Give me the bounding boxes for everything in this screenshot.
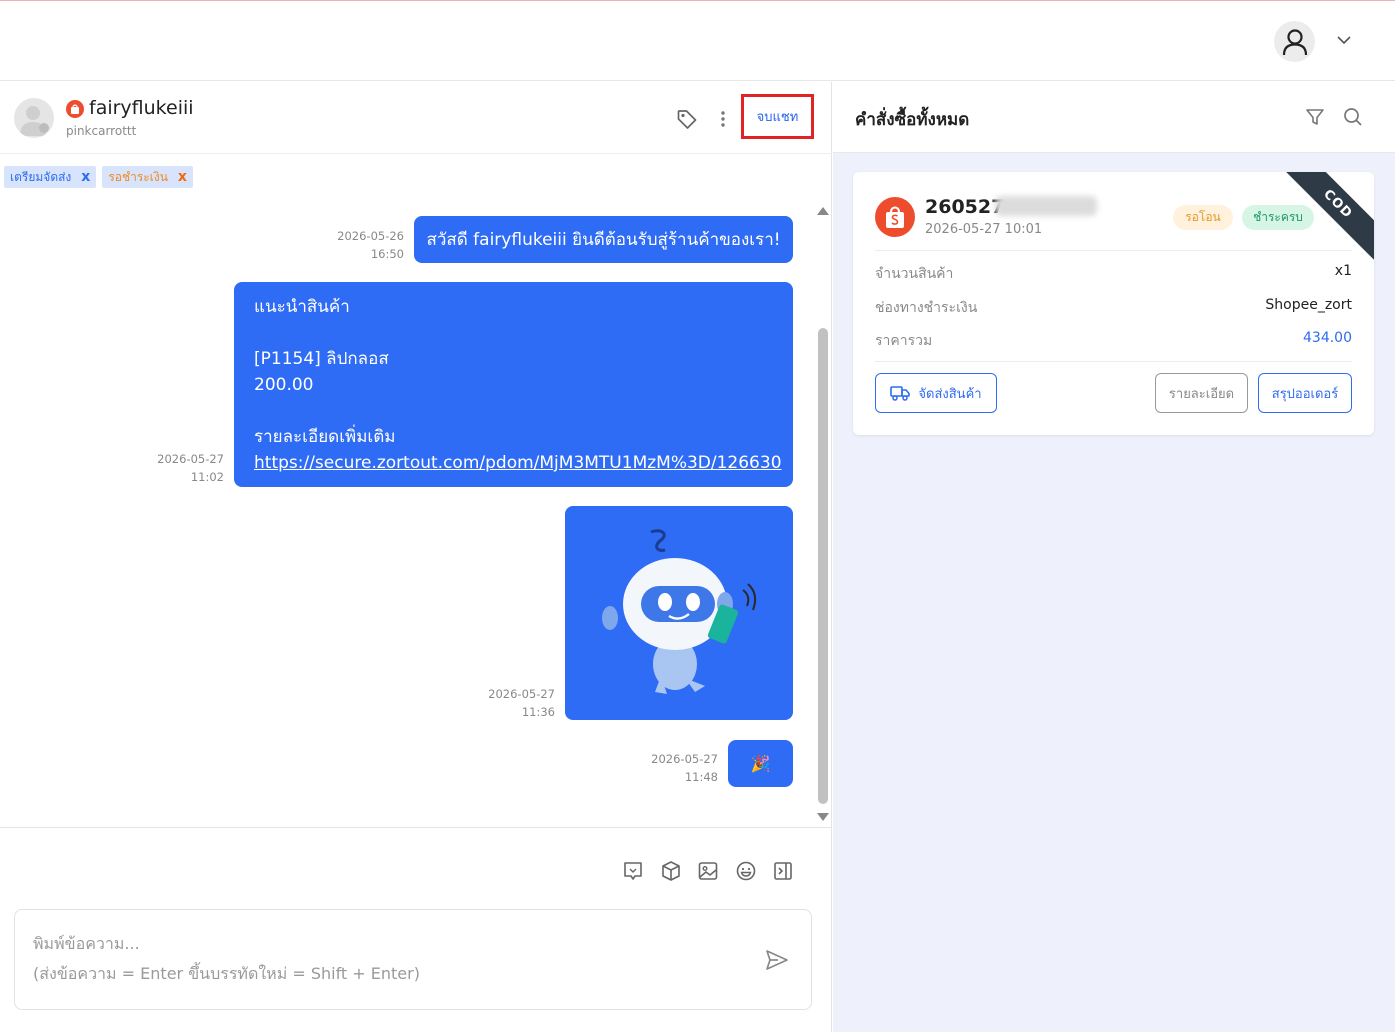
message-line: รายละเอียดเพิ่มเติม <box>254 427 396 447</box>
tag-label: เตรียมจัดส่ง <box>10 169 72 184</box>
message-timestamp: 2026-05-27 11:48 <box>618 750 718 786</box>
collapse-panel-icon[interactable] <box>772 860 794 882</box>
status-badge-paid: ชำระครบ <box>1242 205 1314 230</box>
payment-channel-label: ช่องทางชำระเงิน <box>875 300 978 316</box>
message-time: 11:02 <box>190 470 224 484</box>
image-icon[interactable] <box>697 860 719 882</box>
message-time: 11:36 <box>521 705 555 719</box>
remove-tag-button[interactable]: x <box>81 169 90 185</box>
orders-panel: คำสั่งซื้อทั้งหมด 260527 2026-05-27 10:0… <box>833 82 1395 1032</box>
end-chat-button[interactable]: จบแชท <box>741 94 814 139</box>
scroll-thumb[interactable] <box>818 328 828 804</box>
message-bubble: แนะนำสินค้า [P1154] ลิปกลอส 200.00 รายละ… <box>234 282 793 487</box>
shopee-icon <box>66 100 84 118</box>
tag-chip: รอชำระเงิน x <box>102 166 193 188</box>
message-line: แนะนำสินค้า <box>254 297 350 317</box>
message-time: 11:48 <box>684 770 718 784</box>
message-date: 2026-05-27 <box>157 452 224 466</box>
divider <box>875 361 1352 362</box>
user-icon <box>1282 28 1307 55</box>
payment-channel-value: Shopee_zort <box>1265 297 1352 313</box>
message-timestamp: 2026-05-26 16:50 <box>304 227 404 263</box>
total-price-value: 434.00 <box>1303 330 1352 346</box>
status-badge-waiting-transfer: รอโอน <box>1173 205 1233 230</box>
chat-panel: fairyflukeiii pinkcarrottt จบแชท เตรียมจ… <box>0 82 832 1032</box>
orders-title: คำสั่งซื้อทั้งหมด <box>855 110 970 130</box>
customer-username: pinkcarrottt <box>66 124 137 138</box>
more-vertical-icon[interactable] <box>716 108 730 130</box>
search-icon[interactable] <box>1343 107 1363 127</box>
order-summary-button[interactable]: สรุปออเดอร์ <box>1258 373 1352 413</box>
orders-header: คำสั่งซื้อทั้งหมด <box>833 82 1395 153</box>
message-line <box>254 320 773 346</box>
chat-header: fairyflukeiii pinkcarrottt จบแชท <box>0 82 832 154</box>
scroll-down-arrow[interactable] <box>817 813 829 821</box>
send-icon[interactable] <box>765 948 789 972</box>
tag-label: รอชำระเงิน <box>108 169 168 184</box>
item-count-value: x1 <box>1334 263 1352 279</box>
tag-chip: เตรียมจัดส่ง x <box>4 166 97 188</box>
message-time: 16:50 <box>370 247 404 261</box>
filter-icon[interactable] <box>1305 107 1325 127</box>
order-time: 2026-05-27 10:01 <box>925 222 1043 237</box>
message-list[interactable]: 2026-05-26 16:50 สวัสดี fairyflukeiii ยิ… <box>0 200 832 826</box>
remove-tag-button[interactable]: x <box>178 169 187 185</box>
message-bubble: สวัสดี fairyflukeiii ยินดีต้อนรับสู่ร้าน… <box>414 216 793 263</box>
order-number: 260527 <box>925 196 1005 218</box>
input-hint: (ส่งข้อความ = Enter ขึ้นบรรทัดใหม่ = Shi… <box>33 964 420 983</box>
ship-order-label: จัดส่งสินค้า <box>918 386 982 402</box>
message-line: 200.00 <box>254 375 314 395</box>
input-placeholder: พิมพ์ข้อความ... <box>33 934 140 953</box>
scroll-up-arrow[interactable] <box>817 207 829 215</box>
ship-order-button[interactable]: จัดส่งสินค้า <box>875 373 997 413</box>
message-date: 2026-05-27 <box>651 752 718 766</box>
truck-icon <box>890 386 911 401</box>
product-link[interactable]: https://secure.zortout.com/pdom/MjM3MTU1… <box>254 450 782 476</box>
product-box-icon[interactable] <box>660 860 682 882</box>
order-card[interactable]: 260527 2026-05-27 10:01 รอโอน ชำระครบ CO… <box>853 172 1374 435</box>
customer-avatar <box>14 98 54 138</box>
customer-name: fairyflukeiii <box>89 97 194 119</box>
item-count-label: จำนวนสินค้า <box>875 266 954 282</box>
emoji-icon[interactable] <box>735 860 757 882</box>
message-timestamp: 2026-05-27 11:36 <box>455 685 555 721</box>
top-bar <box>0 1 1395 81</box>
shopee-logo-icon <box>875 197 915 237</box>
divider <box>875 250 1352 251</box>
message-line <box>254 398 773 424</box>
image-message[interactable] <box>565 506 793 720</box>
redacted-order-number <box>995 196 1097 216</box>
tag-icon[interactable] <box>676 108 698 130</box>
robot-sticker-image <box>602 529 757 694</box>
order-detail-button[interactable]: รายละเอียด <box>1155 373 1248 413</box>
chevron-down-icon[interactable] <box>1336 34 1352 46</box>
quick-reply-icon[interactable] <box>622 860 644 882</box>
message-date: 2026-05-26 <box>337 229 404 243</box>
message-date: 2026-05-27 <box>488 687 555 701</box>
message-bubble: 🎉 <box>728 740 793 787</box>
user-menu-avatar[interactable] <box>1274 21 1315 62</box>
total-price-label: ราคารวม <box>875 333 933 349</box>
message-input[interactable]: พิมพ์ข้อความ... (ส่งข้อความ = Enter ขึ้น… <box>14 909 812 1010</box>
message-timestamp: 2026-05-27 11:02 <box>124 450 224 486</box>
message-line: [P1154] ลิปกลอส <box>254 349 389 369</box>
chat-tags: เตรียมจัดส่ง x รอชำระเงิน x <box>4 166 193 188</box>
composer-divider <box>0 827 832 828</box>
